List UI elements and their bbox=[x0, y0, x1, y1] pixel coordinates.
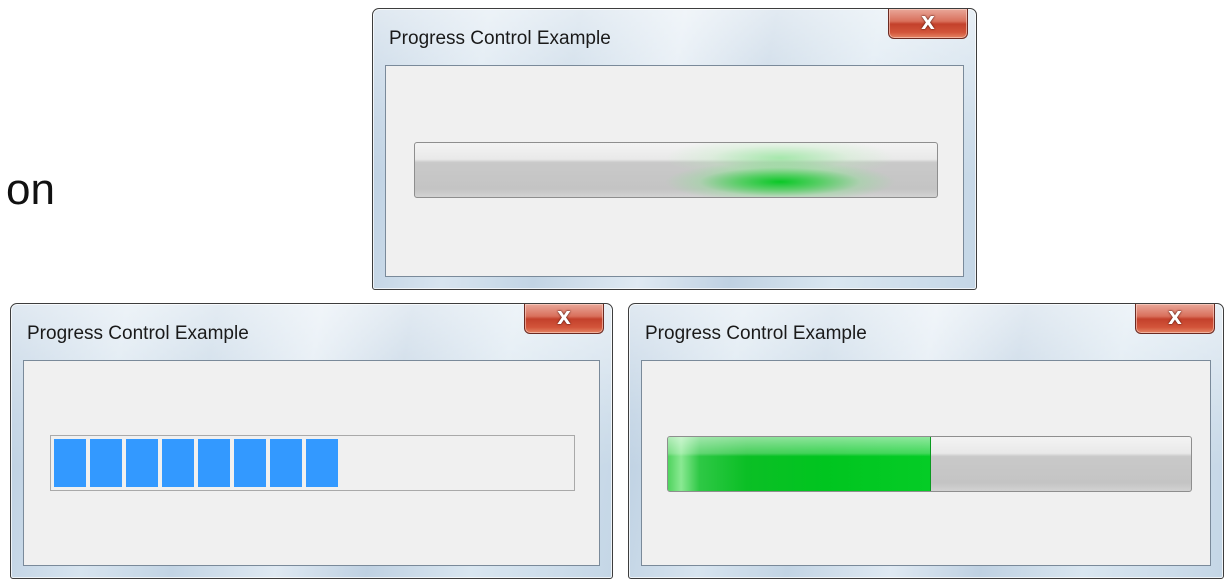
progress-segment bbox=[54, 439, 86, 487]
progress-segment bbox=[306, 439, 338, 487]
progress-window-marquee: Progress Control Example X bbox=[372, 8, 977, 290]
close-button[interactable]: X bbox=[524, 304, 604, 334]
progress-bar-classic bbox=[50, 435, 575, 491]
screenshot-stage: on Progress Control Example X Progress C… bbox=[0, 0, 1226, 580]
window-title: Progress Control Example bbox=[389, 28, 611, 49]
progress-segment bbox=[90, 439, 122, 487]
progress-segment bbox=[198, 439, 230, 487]
window-client-area bbox=[23, 360, 600, 566]
close-icon: X bbox=[557, 307, 571, 329]
progress-window-classic: Progress Control Example X bbox=[10, 303, 613, 579]
window-title: Progress Control Example bbox=[645, 323, 867, 344]
window-client-area bbox=[641, 360, 1211, 566]
close-button[interactable]: X bbox=[888, 9, 968, 39]
progress-segment bbox=[234, 439, 266, 487]
progress-bar-aero bbox=[667, 436, 1192, 492]
progress-segment bbox=[270, 439, 302, 487]
progress-bar-marquee bbox=[414, 142, 938, 198]
close-button[interactable]: X bbox=[1135, 304, 1215, 334]
progress-fill bbox=[668, 437, 931, 491]
close-icon: X bbox=[1168, 307, 1182, 329]
window-title: Progress Control Example bbox=[27, 323, 249, 344]
marquee-indicator bbox=[665, 143, 895, 197]
progress-segment bbox=[162, 439, 194, 487]
close-icon: X bbox=[921, 12, 935, 34]
progress-segment bbox=[126, 439, 158, 487]
progress-window-aero: Progress Control Example X bbox=[628, 303, 1224, 579]
progress-segments bbox=[54, 439, 574, 487]
window-client-area bbox=[385, 65, 964, 277]
side-caption: on bbox=[6, 165, 55, 214]
